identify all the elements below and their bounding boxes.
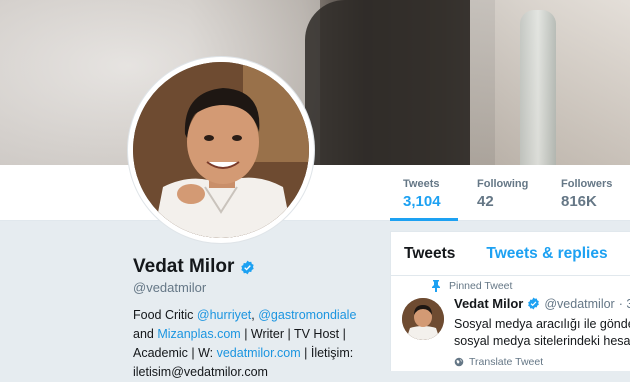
stat-followers-value: 816K [561, 193, 597, 210]
tweet-header: Vedat Milor @vedatmilor · 3 [454, 296, 630, 311]
tweet-text-line-2: sosyal medya sitelerindeki hesap [454, 334, 630, 348]
bio-line-2: and Mizanplas.com | Writer | TV Host | [133, 325, 373, 344]
stat-tweets[interactable]: Tweets 3,104 [390, 165, 458, 221]
stat-following-label: Following [477, 178, 529, 190]
stat-followers[interactable]: Followers 816K [542, 165, 630, 218]
stat-following-value: 42 [477, 193, 494, 210]
profile-name-row: Vedat Milor [133, 256, 255, 278]
profile-banner [0, 0, 630, 165]
pinned-text: Pinned Tweet [449, 280, 513, 292]
verified-badge-icon [528, 297, 540, 310]
translate-label: Translate Tweet [469, 356, 544, 368]
profile-stats: Tweets 3,104 Following 42 Followers 816K [390, 165, 630, 221]
stat-following[interactable]: Following 42 [458, 165, 542, 218]
tweet-timestamp[interactable]: · 3 [619, 297, 630, 311]
bio-text: | Writer | TV Host | [240, 327, 346, 341]
tweets-timeline: Tweets Tweets & replies Pinned Tweet Ved… [390, 231, 630, 371]
bio-text: Academic | W: [133, 346, 217, 360]
bio-line-4: iletisim@vedatmilor.com [133, 365, 268, 379]
bio-text: Food Critic [133, 308, 197, 322]
verified-badge-icon [241, 260, 255, 274]
tab-tweets-replies[interactable]: Tweets & replies [486, 245, 607, 263]
translate-tweet[interactable]: Translate Tweet [454, 356, 543, 368]
bio-mention-gastromondiale[interactable]: @gastromondiale [258, 308, 356, 322]
profile-name[interactable]: Vedat Milor [133, 256, 234, 278]
tweet-avatar-portrait [402, 298, 444, 340]
tweet-avatar[interactable] [402, 298, 444, 340]
profile-bio: Food Critic @hurriyet, @gastromondiale a… [133, 306, 373, 382]
avatar-portrait [133, 62, 309, 238]
tweet-text-line-1: Sosyal medya aracılığı ile gönde [454, 317, 630, 331]
bio-text: | İletişim: [300, 346, 354, 360]
stat-followers-label: Followers [561, 178, 613, 190]
tweet-author-name[interactable]: Vedat Milor [454, 296, 523, 311]
pin-icon [432, 280, 440, 292]
profile-nav-bar: Tweets 3,104 Following 42 Followers 816K [0, 165, 630, 221]
profile-handle[interactable]: @vedatmilor [133, 280, 206, 295]
bio-link-mizanplas[interactable]: Mizanplas.com [157, 327, 240, 341]
timeline-tabs: Tweets Tweets & replies [391, 232, 630, 276]
bio-mention-hurriyet[interactable]: @hurriyet [197, 308, 251, 322]
bio-text: and [133, 327, 158, 341]
profile-avatar[interactable] [128, 57, 314, 243]
stat-tweets-value: 3,104 [403, 193, 441, 210]
globe-icon [454, 357, 464, 367]
stat-tweets-label: Tweets [403, 178, 440, 190]
avatar-photo [133, 62, 309, 238]
tweet-author-handle[interactable]: @vedatmilor [544, 297, 614, 311]
tweet-text: Sosyal medya aracılığı ile gönde sosyal … [454, 316, 630, 350]
pinned-tweet-label: Pinned Tweet [431, 280, 512, 292]
bio-line-1: Food Critic @hurriyet, @gastromondiale [133, 306, 373, 325]
bio-link-vedatmilor[interactable]: vedatmilor.com [217, 346, 301, 360]
bio-line-3: Academic | W: vedatmilor.com | İletişim: [133, 344, 373, 363]
tab-tweets[interactable]: Tweets [404, 245, 455, 263]
